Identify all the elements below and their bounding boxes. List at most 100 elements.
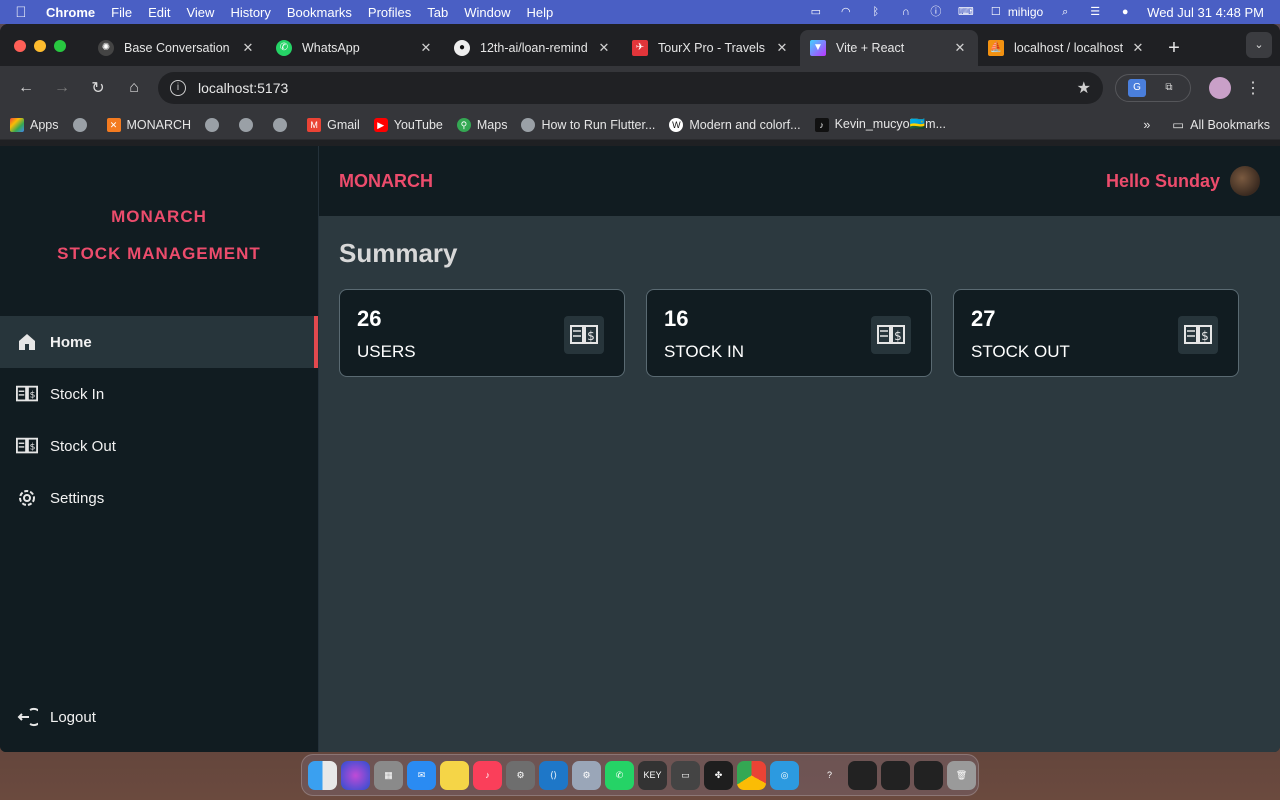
menu-profiles[interactable]: Profiles xyxy=(360,5,419,20)
bookmark-globe-1[interactable] xyxy=(72,117,93,132)
control-center-icon[interactable]: ☰ xyxy=(1087,6,1103,18)
tab-vite-react[interactable]: ▼ Vite + React ✕ xyxy=(800,30,978,66)
bookmark-globe-3[interactable] xyxy=(239,117,259,132)
clock[interactable]: Wed Jul 31 4:48 PM xyxy=(1147,5,1264,20)
avatar[interactable] xyxy=(1230,166,1260,196)
battery-icon[interactable]: ▭ xyxy=(808,6,824,18)
window-app-icon[interactable]: ▭ xyxy=(671,760,700,790)
stock-book-icon: $ xyxy=(871,316,911,354)
google-translate-icon[interactable]: G xyxy=(1128,79,1146,97)
all-bookmarks-folder[interactable]: ▭ All Bookmarks xyxy=(1172,117,1270,133)
new-tab-button[interactable]: + xyxy=(1156,30,1192,66)
sidebar-item-home[interactable]: Home xyxy=(0,316,318,368)
user-switcher[interactable]: ☐ mihigo xyxy=(988,5,1043,19)
bookmark-maps[interactable]: ⚲ Maps xyxy=(456,117,507,132)
logout-button[interactable]: Logout xyxy=(16,706,96,728)
close-tab-icon[interactable]: ✕ xyxy=(240,40,256,56)
back-arrow-icon[interactable]: ← xyxy=(8,79,44,97)
siri-dock-icon[interactable] xyxy=(341,760,370,790)
launchpad-icon[interactable]: ▦ xyxy=(374,760,403,790)
preferences-gear-icon[interactable]: ⚙ xyxy=(572,760,601,790)
tab-tourx-pro[interactable]: ✈ TourX Pro - Travels ✕ xyxy=(622,30,800,66)
menu-file[interactable]: File xyxy=(103,5,140,20)
accessibility-icon[interactable]: ⓘ xyxy=(928,6,944,18)
menu-tab[interactable]: Tab xyxy=(419,5,456,20)
bluetooth-icon[interactable]: ᛒ xyxy=(868,6,884,18)
headphones-icon[interactable]: ∩ xyxy=(898,6,914,18)
zoom-window-button[interactable] xyxy=(54,40,66,52)
keynote-icon[interactable]: KEY xyxy=(638,760,667,790)
spotlight-search-icon[interactable]: ⌕ xyxy=(1057,6,1073,18)
menu-bookmarks[interactable]: Bookmarks xyxy=(279,5,360,20)
summary-cards: 26 USERS $ 16 STOCK IN $ 27 STOCK OUT $ xyxy=(339,289,1280,377)
bookmark-globe-4[interactable] xyxy=(273,117,293,132)
menu-help[interactable]: Help xyxy=(519,5,562,20)
tab-localhost-phpmyadmin[interactable]: ⛵ localhost / localhost ✕ xyxy=(978,30,1156,66)
bookmark-modern-colorful[interactable]: W Modern and colorf... xyxy=(669,117,801,132)
siri-icon[interactable]: ● xyxy=(1117,6,1133,18)
minimized-window-icon[interactable] xyxy=(881,760,910,790)
reload-icon[interactable]: ↻ xyxy=(80,78,116,98)
close-window-button[interactable] xyxy=(14,40,26,52)
profile-avatar[interactable] xyxy=(1209,77,1231,99)
close-tab-icon[interactable]: ✕ xyxy=(596,40,612,56)
extensions-puzzle-icon[interactable]: ⧉ xyxy=(1160,79,1178,97)
tab-whatsapp[interactable]: ✆ WhatsApp ✕ xyxy=(266,30,444,66)
brand-line-2: STOCK MANAGEMENT xyxy=(57,244,261,263)
apple-menu-icon[interactable]:  xyxy=(0,4,42,21)
close-tab-icon[interactable]: ✕ xyxy=(774,40,790,56)
sidebar-item-settings[interactable]: Settings xyxy=(0,472,318,524)
bookmark-star-icon[interactable]: ★ xyxy=(1077,78,1091,98)
tab-search-chevron-icon[interactable]: ⌄ xyxy=(1246,32,1272,58)
home-button-icon[interactable]: ⌂ xyxy=(116,79,152,97)
notes-icon[interactable] xyxy=(440,760,469,790)
tab-github-loan-reminder[interactable]: ● 12th-ai/loan-remind ✕ xyxy=(444,30,622,66)
tourx-icon: ✈ xyxy=(632,40,648,56)
bookmark-kevin[interactable]: ♪ Kevin_mucyo🇷🇼m... xyxy=(814,117,946,132)
bookmark-apps[interactable]: Apps xyxy=(10,117,59,132)
bookmark-gmail[interactable]: M Gmail xyxy=(307,117,360,132)
menu-app-name[interactable]: Chrome xyxy=(42,5,103,20)
globe-icon xyxy=(521,117,536,132)
system-settings-icon[interactable]: ⚙ xyxy=(506,760,535,790)
figma-icon[interactable]: ✤ xyxy=(704,760,733,790)
safari-like-icon[interactable]: ◎ xyxy=(770,760,799,790)
menu-window[interactable]: Window xyxy=(456,5,518,20)
sidebar-item-stock-in[interactable]: $ Stock In xyxy=(0,368,318,420)
whatsapp-dock-icon[interactable]: ✆ xyxy=(605,760,634,790)
tab-base-conversation[interactable]: ✺ Base Conversation ✕ xyxy=(88,30,266,66)
chrome-icon[interactable] xyxy=(737,760,766,790)
bookmark-globe-2[interactable] xyxy=(205,117,225,132)
bookmark-monarch[interactable]: ✕ MONARCH xyxy=(106,117,191,132)
address-bar[interactable]: i localhost:5173 ★ xyxy=(158,72,1103,104)
close-tab-icon[interactable]: ✕ xyxy=(952,40,968,56)
minimize-window-button[interactable] xyxy=(34,40,46,52)
menu-edit[interactable]: Edit xyxy=(140,5,178,20)
maps-pin-icon: ⚲ xyxy=(456,117,471,132)
chrome-menu-icon[interactable]: ⋮ xyxy=(1245,78,1261,98)
close-tab-icon[interactable]: ✕ xyxy=(418,40,434,56)
mail-icon[interactable]: ✉ xyxy=(407,760,436,790)
menu-history[interactable]: History xyxy=(222,5,278,20)
close-tab-icon[interactable]: ✕ xyxy=(1130,40,1146,56)
extensions-group: G ⧉ xyxy=(1115,74,1191,102)
minimized-window-icon[interactable] xyxy=(848,760,877,790)
finder-icon[interactable] xyxy=(308,760,337,790)
more-bookmarks-chevron-icon[interactable]: » xyxy=(1143,118,1150,132)
header-brand[interactable]: MONARCH xyxy=(339,171,433,192)
trash-icon[interactable]: 🗑 xyxy=(947,760,976,790)
gmail-icon: M xyxy=(307,117,322,132)
help-question-icon[interactable]: ? xyxy=(815,761,844,790)
sidebar-item-stock-out[interactable]: $ Stock Out xyxy=(0,420,318,472)
wifi-icon[interactable]: ◠ xyxy=(838,6,854,18)
music-icon[interactable]: ♪ xyxy=(473,760,502,790)
minimized-window-icon[interactable] xyxy=(914,760,943,790)
menu-view[interactable]: View xyxy=(178,5,222,20)
bookmark-flutter[interactable]: How to Run Flutter... xyxy=(521,117,655,132)
forward-arrow-icon[interactable]: → xyxy=(44,79,80,97)
url-text[interactable]: localhost:5173 xyxy=(198,80,1077,96)
vscode-icon[interactable]: ⟨⟩ xyxy=(539,760,568,790)
site-info-icon[interactable]: i xyxy=(170,80,186,96)
keyboard-icon[interactable]: ⌨ xyxy=(958,6,974,18)
bookmark-youtube[interactable]: ▶ YouTube xyxy=(373,117,443,132)
